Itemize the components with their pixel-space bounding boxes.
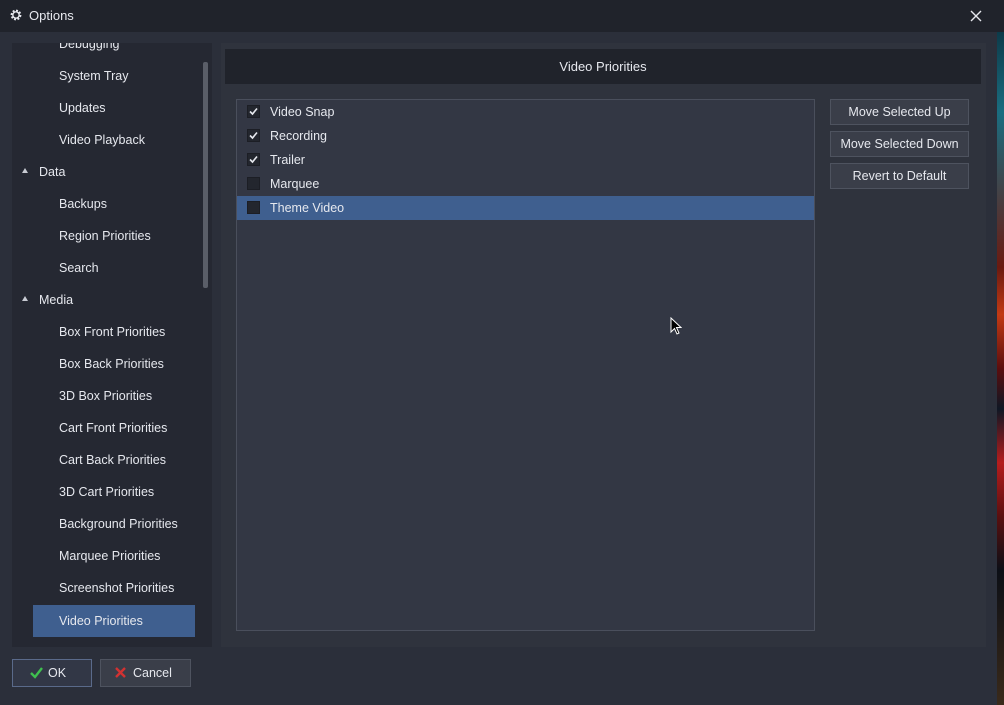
cancel-button[interactable]: Cancel: [100, 659, 191, 687]
cancel-label: Cancel: [133, 666, 172, 680]
sidebar-item-screenshot-priorities[interactable]: Screenshot Priorities: [12, 572, 195, 604]
x-icon: [115, 667, 126, 678]
background-window-strip: [997, 32, 1004, 705]
checkbox[interactable]: [247, 201, 260, 214]
sidebar-group-data[interactable]: Data: [12, 156, 195, 188]
sidebar-item-cart-front-priorities[interactable]: Cart Front Priorities: [12, 412, 195, 444]
list-item[interactable]: Theme Video: [237, 196, 814, 220]
sidebar-item-label: Region Priorities: [59, 229, 151, 243]
sidebar-item-label: Box Front Priorities: [59, 325, 166, 339]
sidebar-item-label: System Tray: [59, 69, 129, 83]
sidebar-item-system-tray[interactable]: System Tray: [12, 60, 195, 92]
list-item[interactable]: Recording: [237, 124, 814, 148]
sidebar-item-updates[interactable]: Updates: [12, 92, 195, 124]
sidebar-item-cart-back-priorities[interactable]: Cart Back Priorities: [12, 444, 195, 476]
sidebar-scrollbar[interactable]: [203, 62, 208, 288]
triangle-icon[interactable]: [22, 168, 28, 173]
sidebar-item-background-priorities[interactable]: Background Priorities: [12, 508, 195, 540]
sidebar-item-debugging[interactable]: Debugging: [12, 43, 195, 60]
sidebar-item-label: Cart Front Priorities: [59, 421, 168, 435]
sidebar-item-video-playback[interactable]: Video Playback: [12, 124, 195, 156]
list-item-label: Video Snap: [270, 105, 335, 119]
checkbox[interactable]: [247, 105, 260, 118]
sidebar-item-3d-cart-priorities[interactable]: 3D Cart Priorities: [12, 476, 195, 508]
gear-icon: [10, 9, 22, 21]
sidebar-item-label: Cart Back Priorities: [59, 453, 166, 467]
list-item-label: Recording: [270, 129, 327, 143]
checkmark-icon: [249, 155, 258, 164]
checkbox[interactable]: [247, 153, 260, 166]
checkmark-icon: [249, 107, 258, 116]
sidebar-item-label: Screenshot Priorities: [59, 581, 175, 595]
sidebar-item-label: Backups: [59, 197, 107, 211]
sidebar-item-3d-box-priorities[interactable]: 3D Box Priorities: [12, 380, 195, 412]
sidebar-item-box-front-priorities[interactable]: Box Front Priorities: [12, 316, 195, 348]
sidebar-item-label: Media: [39, 293, 74, 307]
sidebar-item-region-priorities[interactable]: Region Priorities: [12, 220, 195, 252]
checkmark-icon: [30, 667, 43, 679]
sidebar-item-label: Debugging: [59, 43, 120, 51]
sidebar-item-box-back-priorities[interactable]: Box Back Priorities: [12, 348, 195, 380]
sidebar-item-marquee-priorities[interactable]: Marquee Priorities: [12, 540, 195, 572]
checkbox[interactable]: [247, 129, 260, 142]
sidebar-item-video-priorities[interactable]: Video Priorities: [33, 605, 195, 637]
checkmark-icon: [249, 131, 258, 140]
list-item[interactable]: Video Snap: [237, 100, 814, 124]
list-item-label: Trailer: [270, 153, 305, 167]
window-title: Options: [29, 8, 74, 23]
video-priorities-list[interactable]: Video Snap Recording Trailer Marquee Theme V…: [236, 99, 815, 631]
sidebar-item-label: Video Priorities: [59, 614, 143, 628]
sidebar-item-label: Search: [59, 261, 99, 275]
options-sidebar: Debugging System Tray Updates Video Playbac…: [12, 43, 212, 647]
sidebar-item-backups[interactable]: Backups: [12, 188, 195, 220]
mouse-cursor-icon: [670, 317, 682, 335]
ok-button[interactable]: OK: [12, 659, 92, 687]
sidebar-item-label: 3D Box Priorities: [59, 389, 153, 403]
title-bar: Options: [0, 0, 1004, 32]
close-icon[interactable]: [968, 8, 984, 24]
list-item-label: Marquee: [270, 177, 320, 191]
move-selected-down-button[interactable]: Move Selected Down: [830, 131, 969, 157]
sidebar-item-search[interactable]: Search: [12, 252, 195, 284]
move-selected-up-button[interactable]: Move Selected Up: [830, 99, 969, 125]
sidebar-item-label: Video Playback: [59, 133, 145, 147]
sidebar-group-media[interactable]: Media: [12, 284, 195, 316]
triangle-icon[interactable]: [22, 296, 28, 301]
sidebar-item-label: Marquee Priorities: [59, 549, 161, 563]
list-item-label: Theme Video: [270, 201, 345, 215]
sidebar-item-label: Data: [39, 165, 66, 179]
checkbox[interactable]: [247, 177, 260, 190]
sidebar-item-label: 3D Cart Priorities: [59, 485, 155, 499]
sidebar-item-label: Box Back Priorities: [59, 357, 164, 371]
sidebar-item-label: Updates: [59, 101, 106, 115]
revert-to-default-button[interactable]: Revert to Default: [830, 163, 969, 189]
list-item[interactable]: Marquee: [237, 172, 814, 196]
sidebar-item-label: Background Priorities: [59, 517, 178, 531]
list-item[interactable]: Trailer: [237, 148, 814, 172]
panel-header: Video Priorities: [225, 49, 981, 84]
ok-label: OK: [48, 666, 67, 680]
